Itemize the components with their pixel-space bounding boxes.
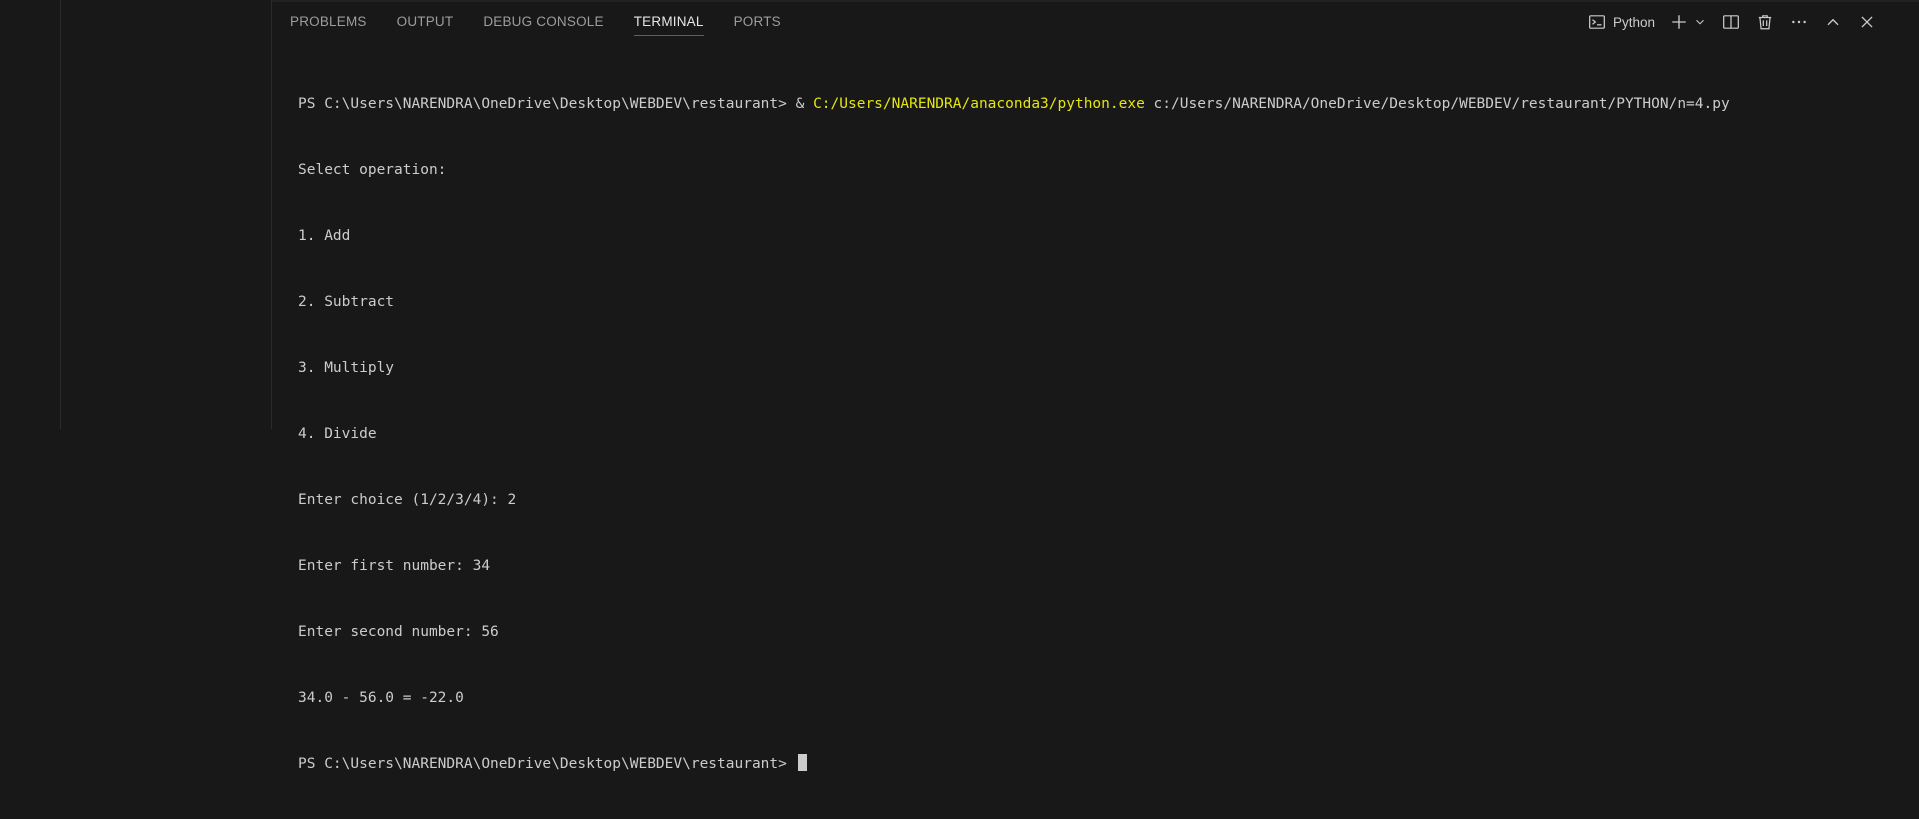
command-line: PS C:\Users\NARENDRA\OneDrive\Desktop\WE…: [298, 93, 1909, 115]
output-line: Enter first number: 34: [298, 558, 491, 574]
output-line: 34.0 - 56.0 = -22.0: [298, 690, 464, 706]
panel-tabs: PROBLEMS OUTPUT DEBUG CONSOLE TERMINAL P…: [290, 14, 811, 36]
trash-icon[interactable]: [1755, 12, 1775, 32]
output-line: 3. Multiply: [298, 360, 395, 376]
output-line: Select operation:: [298, 162, 447, 178]
chevron-down-icon[interactable]: [1693, 12, 1707, 32]
bottom-panel: PROBLEMS OUTPUT DEBUG CONSOLE TERMINAL P…: [272, 0, 1919, 772]
command-argument: c:/Users/NARENDRA/OneDrive/Desktop/WEBDE…: [1153, 96, 1730, 112]
output-line: Enter second number: 56: [298, 624, 499, 640]
chevron-up-icon[interactable]: [1823, 12, 1843, 32]
terminal-name: Python: [1612, 14, 1655, 30]
tab-ports[interactable]: PORTS: [734, 14, 781, 36]
terminal-icon: [1587, 12, 1607, 32]
command-operator: &: [795, 96, 805, 112]
tab-terminal[interactable]: TERMINAL: [633, 14, 704, 36]
plus-icon[interactable]: [1669, 12, 1689, 32]
output-line: 4. Divide: [298, 426, 377, 442]
tab-problems[interactable]: PROBLEMS: [290, 14, 367, 36]
ellipsis-icon[interactable]: [1789, 12, 1809, 32]
panel-actions: Python: [1587, 12, 1877, 32]
prompt: PS C:\Users\NARENDRA\OneDrive\Desktop\WE…: [298, 96, 787, 112]
output-line: 1. Add: [298, 228, 351, 244]
terminal-cursor: [797, 754, 807, 771]
close-icon[interactable]: [1857, 12, 1877, 32]
prompt-line: PS C:\Users\NARENDRA\OneDrive\Desktop\WE…: [298, 753, 1909, 775]
activity-bar: [0, 0, 61, 429]
tab-output[interactable]: OUTPUT: [397, 14, 454, 36]
terminal-output[interactable]: PS C:\Users\NARENDRA\OneDrive\Desktop\WE…: [298, 49, 1909, 819]
tab-debug-console[interactable]: DEBUG CONSOLE: [483, 14, 603, 36]
command-executable: C:/Users/NARENDRA/anaconda3/python.exe: [813, 96, 1145, 112]
prompt: PS C:\Users\NARENDRA\OneDrive\Desktop\WE…: [298, 756, 787, 772]
terminal-selector[interactable]: Python: [1587, 12, 1655, 32]
editor-gutter: [61, 0, 272, 429]
output-line: Enter choice (1/2/3/4): 2: [298, 492, 517, 508]
panel-divider: [272, 0, 1919, 2]
output-line: 2. Subtract: [298, 294, 395, 310]
split-icon[interactable]: [1721, 12, 1741, 32]
